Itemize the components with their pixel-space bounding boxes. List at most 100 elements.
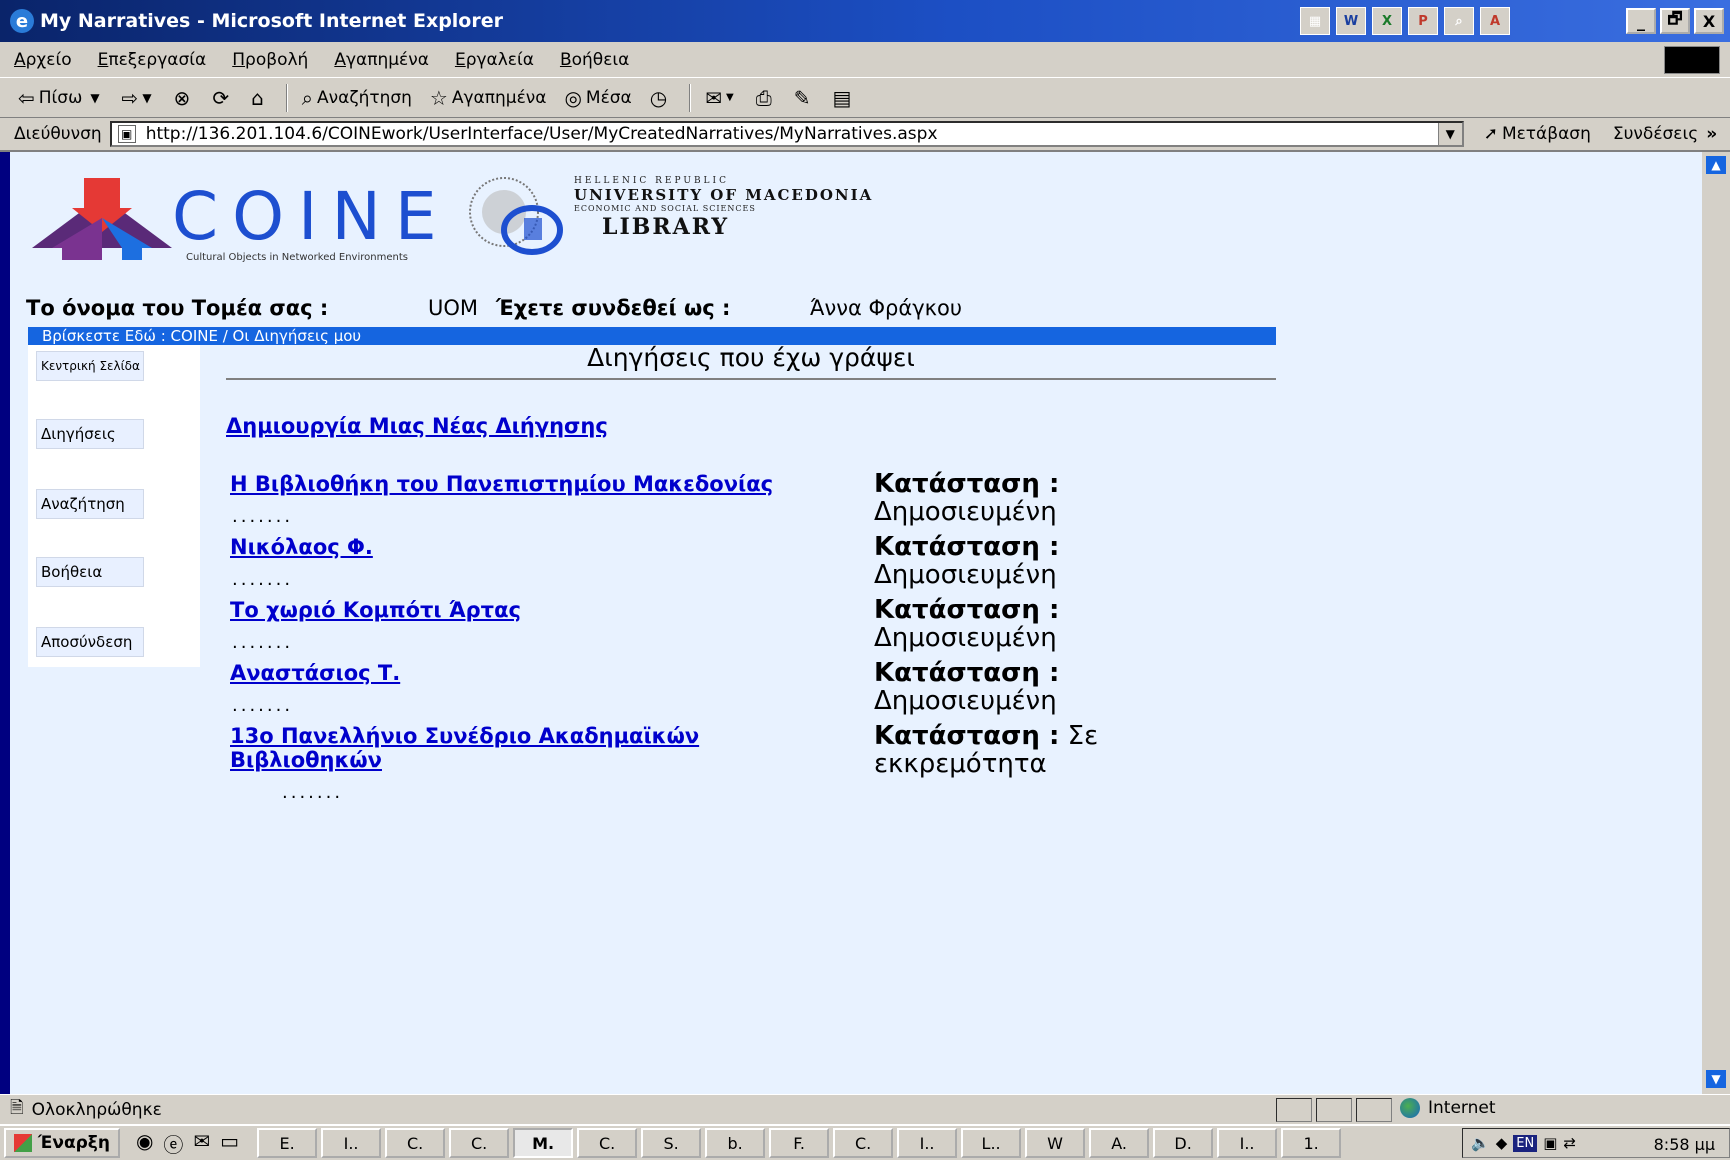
menu-view[interactable]: Προβολή bbox=[232, 50, 308, 70]
user-value: Άννα Φράγκου bbox=[810, 296, 963, 320]
task-button[interactable]: I.. bbox=[1217, 1128, 1278, 1158]
display-icon[interactable]: ▣ bbox=[1543, 1134, 1557, 1152]
stop-button[interactable]: ⊗ bbox=[174, 86, 195, 110]
address-url[interactable]: http://136.201.104.6/COINEwork/UserInter… bbox=[146, 124, 938, 144]
excel-icon[interactable]: X bbox=[1372, 7, 1402, 35]
task-button[interactable]: C. bbox=[385, 1128, 446, 1158]
chevron-down-icon[interactable]: ▼ bbox=[142, 91, 151, 105]
acrobat-icon[interactable]: A bbox=[1480, 7, 1510, 35]
status-value: Δημοσιευμένη bbox=[874, 560, 1057, 590]
powerpoint-icon[interactable]: P bbox=[1408, 7, 1438, 35]
menu-tools[interactable]: Εργαλεία bbox=[455, 50, 534, 70]
task-button[interactable]: L.. bbox=[961, 1128, 1022, 1158]
address-label: Διεύθυνση bbox=[14, 124, 102, 144]
refresh-button[interactable]: ⟳ bbox=[212, 86, 233, 110]
library-university-text: UNIVERSITY OF MACEDONIA bbox=[574, 186, 874, 204]
toolbar-separator bbox=[285, 83, 288, 112]
menu-edit[interactable]: Επεξεργασία bbox=[98, 50, 207, 70]
menu-help[interactable]: Βοήθεια bbox=[560, 50, 629, 70]
sidebar-item-narratives[interactable]: Διηγήσεις bbox=[36, 419, 144, 449]
task-button[interactable]: M. bbox=[513, 1128, 574, 1158]
mail-icon: ✉ bbox=[705, 85, 722, 110]
task-button[interactable]: b. bbox=[705, 1128, 766, 1158]
links-button[interactable]: Συνδέσεις bbox=[1613, 124, 1698, 144]
sidebar-item-home[interactable]: Κεντρική Σελίδα bbox=[36, 351, 144, 381]
scroll-up-icon[interactable]: ▲ bbox=[1706, 156, 1726, 174]
address-dropdown-icon[interactable]: ▼ bbox=[1437, 123, 1462, 145]
task-button[interactable]: W bbox=[1025, 1128, 1086, 1158]
task-button[interactable]: C. bbox=[577, 1128, 638, 1158]
menu-file[interactable]: Αρχείο bbox=[14, 50, 72, 70]
separator-dots: ....... bbox=[232, 632, 294, 653]
desktop-icon[interactable]: ▭ bbox=[220, 1129, 239, 1158]
create-narrative-link[interactable]: Δημιουργία Μιας Νέας Διήγησης bbox=[226, 414, 608, 438]
close-button[interactable]: X bbox=[1694, 8, 1724, 34]
star-icon: ☆ bbox=[429, 85, 448, 110]
forward-button[interactable]: ⇨ ▼ bbox=[122, 86, 156, 110]
windows-logo-icon bbox=[1664, 46, 1720, 74]
narrative-link[interactable]: 13ο Πανελλήνιο Συνέδριο Ακαδημαϊκών Βιβλ… bbox=[230, 724, 810, 772]
page-done-icon: 🗎 bbox=[10, 1098, 24, 1118]
task-button[interactable]: F. bbox=[769, 1128, 830, 1158]
vertical-scrollbar[interactable]: ▲ ▼ bbox=[1702, 152, 1730, 1094]
go-button[interactable]: ➚ Μετάβαση bbox=[1484, 124, 1591, 144]
office-bar-icon[interactable]: ▦ bbox=[1300, 7, 1330, 35]
sidebar-item-search[interactable]: Αναζήτηση bbox=[36, 489, 144, 519]
coine-wordmark: COINE bbox=[172, 178, 451, 255]
sidebar-item-logout[interactable]: Αποσύνδεση bbox=[36, 627, 144, 657]
narrative-link[interactable]: Αναστάσιος Τ. bbox=[230, 661, 810, 685]
task-button[interactable]: C. bbox=[833, 1128, 894, 1158]
printer-icon: ⎙ bbox=[755, 85, 772, 110]
task-button[interactable]: I.. bbox=[321, 1128, 382, 1158]
task-button[interactable]: C. bbox=[449, 1128, 510, 1158]
sync-icon[interactable]: ⇄ bbox=[1563, 1134, 1576, 1152]
task-buttons: E. I.. C. C. M. C. S. b. F. C. I.. L.. W… bbox=[257, 1128, 1342, 1158]
page-title: Διηγήσεις που έχω γράψει bbox=[226, 338, 1276, 380]
narrative-link[interactable]: Η Βιβλιοθήκη του Πανεπιστημίου Μακεδονία… bbox=[230, 472, 810, 496]
narrative-link[interactable]: Νικόλαος Φ. bbox=[230, 535, 810, 559]
discuss-button[interactable]: ▤ bbox=[832, 86, 855, 110]
narrative-link[interactable]: Το χωριό Κομπότι Άρτας bbox=[230, 598, 810, 622]
scroll-down-icon[interactable]: ▼ bbox=[1706, 1070, 1726, 1088]
task-button[interactable]: A. bbox=[1089, 1128, 1150, 1158]
status-value: Δημοσιευμένη bbox=[874, 623, 1057, 653]
address-input[interactable]: ▣ http://136.201.104.6/COINEwork/UserInt… bbox=[109, 121, 1464, 147]
mail-button[interactable]: ✉ ▼ bbox=[705, 86, 737, 110]
home-button[interactable]: ⌂ bbox=[251, 86, 268, 110]
narrative-status: Κατάσταση : Σε εκκρεμότητα bbox=[874, 722, 1134, 778]
minimize-button[interactable]: _ bbox=[1626, 8, 1656, 34]
outlook-icon[interactable]: ✉ bbox=[193, 1129, 210, 1158]
status-label: Κατάσταση : bbox=[874, 595, 1060, 625]
media-player-icon[interactable]: ◉ bbox=[136, 1129, 153, 1158]
search-tool-icon[interactable]: ⌕ bbox=[1444, 7, 1474, 35]
favorites-button[interactable]: ☆ Αγαπημένα bbox=[430, 86, 547, 110]
search-button[interactable]: ⌕ Αναζήτηση bbox=[302, 86, 412, 110]
back-button[interactable]: ⇦ Πίσω ▼ bbox=[18, 86, 104, 110]
status-text: Ολοκληρώθηκε bbox=[31, 1099, 162, 1120]
network-icon[interactable]: ◆ bbox=[1496, 1134, 1508, 1152]
maximize-button[interactable]: 🗗 bbox=[1660, 8, 1690, 34]
library-hellenic-text: HELLENIC REPUBLIC bbox=[574, 176, 729, 186]
sector-value: UOM bbox=[428, 296, 479, 320]
print-button[interactable]: ⎙ bbox=[756, 86, 776, 110]
menu-favorites[interactable]: Αγαπημένα bbox=[334, 50, 429, 70]
task-button[interactable]: E. bbox=[257, 1128, 318, 1158]
ie-icon[interactable]: ⓔ bbox=[163, 1129, 183, 1158]
media-button[interactable]: ◎ Μέσα bbox=[564, 86, 631, 110]
word-icon[interactable]: W bbox=[1336, 7, 1366, 35]
chevron-down-icon[interactable]: ▼ bbox=[90, 91, 99, 105]
volume-icon[interactable]: 🔈 bbox=[1471, 1134, 1490, 1152]
chevron-right-icon[interactable]: » bbox=[1706, 124, 1717, 144]
sidebar-item-help[interactable]: Βοήθεια bbox=[36, 557, 144, 587]
search-icon: ⌕ bbox=[301, 85, 313, 110]
task-button[interactable]: I.. bbox=[897, 1128, 958, 1158]
start-button[interactable]: Έναρξη bbox=[4, 1128, 120, 1158]
language-indicator[interactable]: EN bbox=[1513, 1134, 1538, 1152]
task-button[interactable]: S. bbox=[641, 1128, 702, 1158]
edit-button[interactable]: ✎ bbox=[794, 86, 815, 110]
status-value: Δημοσιευμένη bbox=[874, 686, 1057, 716]
windows-flag-icon bbox=[14, 1134, 32, 1152]
task-button[interactable]: D. bbox=[1153, 1128, 1214, 1158]
task-button[interactable]: 1. bbox=[1281, 1128, 1342, 1158]
history-button[interactable]: ◷ bbox=[650, 86, 671, 110]
